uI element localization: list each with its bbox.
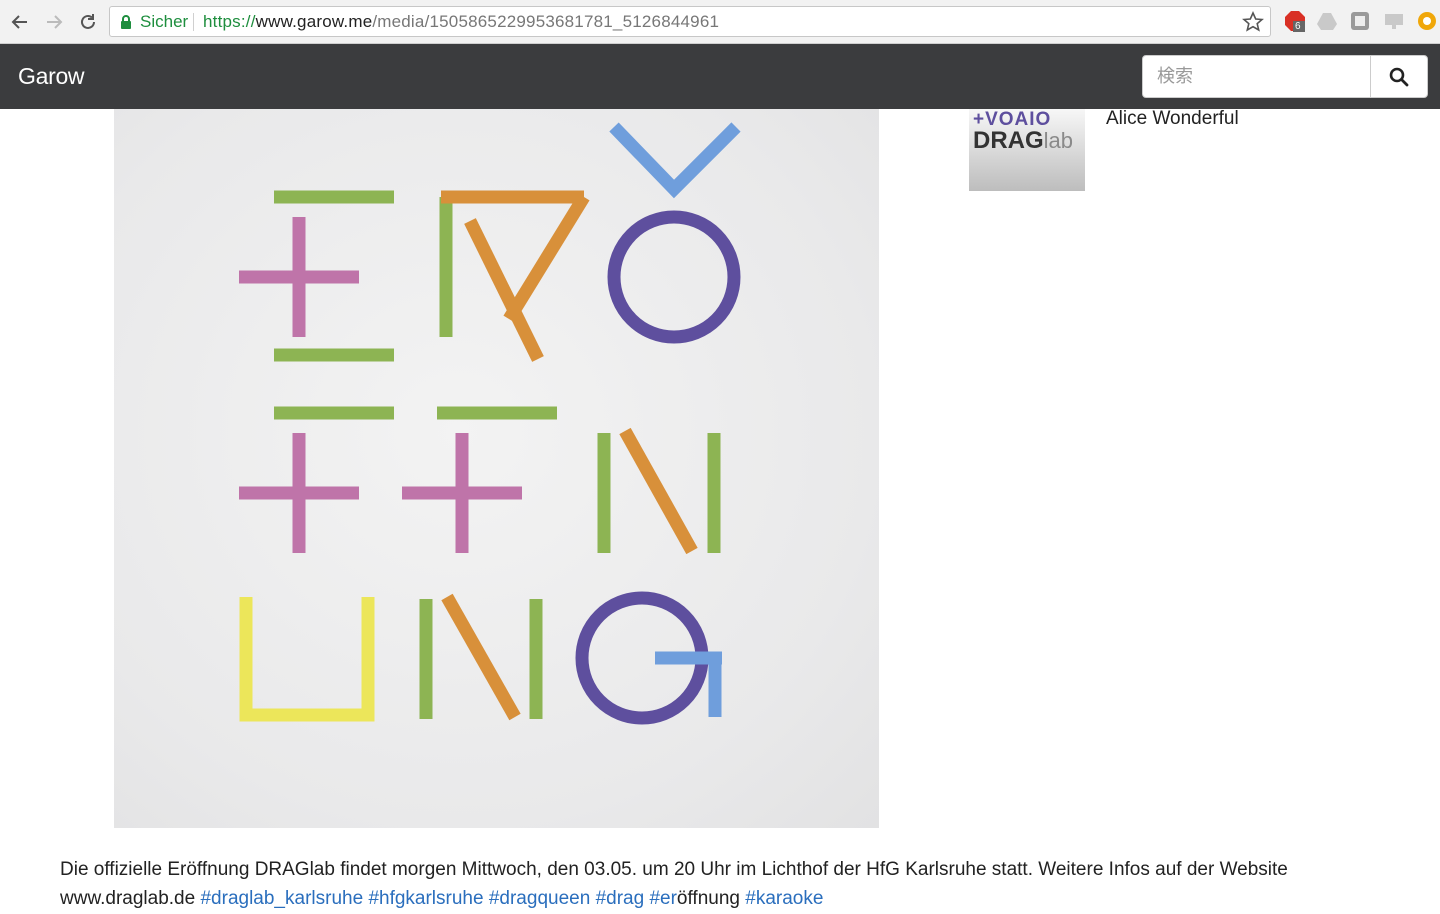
- profile-extension-icon[interactable]: [1416, 10, 1438, 32]
- search-input[interactable]: [1142, 55, 1372, 98]
- address-bar[interactable]: Sicher https://www.garow.me/media/150586…: [109, 6, 1271, 37]
- post-caption: Die offizielle Eröffnung DRAGlab findet …: [60, 855, 1400, 913]
- hashtag-link[interactable]: #draglab_karlsruhe: [200, 888, 363, 909]
- forward-button[interactable]: [42, 10, 66, 34]
- hashtag-link[interactable]: #drag: [596, 888, 645, 909]
- reload-button[interactable]: [76, 10, 100, 34]
- avatar-logo-wordmark: DRAGlab: [973, 127, 1073, 155]
- omnibox-separator: [193, 13, 194, 31]
- reload-icon: [81, 14, 95, 29]
- site-navbar: Garow: [0, 44, 1440, 109]
- search-button[interactable]: [1370, 55, 1428, 98]
- cast-extension-icon[interactable]: [1383, 10, 1405, 32]
- search-icon: [1389, 67, 1409, 86]
- url-text[interactable]: https://www.garow.me/media/1505865229953…: [203, 12, 719, 32]
- hashtag-trailing-text: öffnung: [676, 888, 740, 909]
- hashtag-link[interactable]: #karaoke: [745, 888, 823, 909]
- avatar-logo-drag: DRAG: [973, 127, 1044, 154]
- url-path: /media/1505865229953681781_5126844961: [372, 12, 720, 31]
- url-scheme: https://: [203, 12, 256, 31]
- eroeffnung-artwork: [239, 122, 741, 725]
- author-avatar[interactable]: +VOAIO DRAGlab: [969, 109, 1085, 191]
- post-image[interactable]: [114, 109, 879, 828]
- hashtag-link[interactable]: #er: [649, 888, 676, 909]
- hashtag-link[interactable]: #dragqueen: [489, 888, 590, 909]
- bookmark-star-icon[interactable]: [1242, 11, 1264, 33]
- adblock-extension-icon[interactable]: 6: [1284, 10, 1306, 32]
- lock-icon: [121, 15, 131, 29]
- drive-extension-icon[interactable]: [1316, 10, 1338, 32]
- notes-extension-icon[interactable]: [1349, 10, 1371, 32]
- security-label: Sicher: [140, 12, 189, 31]
- back-arrow-icon: [11, 15, 27, 29]
- brand-logo[interactable]: Garow: [18, 63, 85, 90]
- hashtag-link[interactable]: #hfgkarlsruhe: [368, 888, 483, 909]
- browser-toolbar: Sicher https://www.garow.me/media/150586…: [0, 0, 1440, 44]
- url-host: www.garow.me: [255, 12, 373, 31]
- back-button[interactable]: [8, 10, 32, 34]
- avatar-logo-lab: lab: [1043, 128, 1074, 153]
- forward-arrow-icon: [47, 15, 63, 29]
- author-name[interactable]: Alice Wonderful: [1106, 108, 1239, 130]
- extension-badge: 6: [1295, 21, 1301, 32]
